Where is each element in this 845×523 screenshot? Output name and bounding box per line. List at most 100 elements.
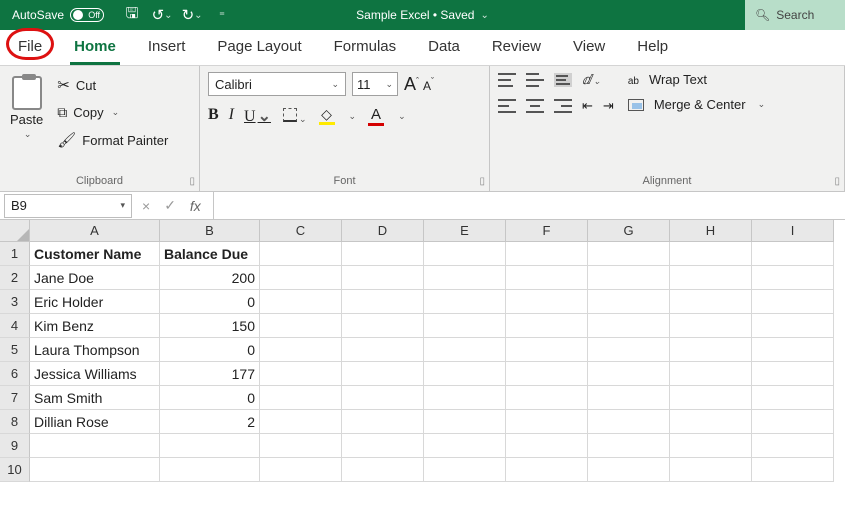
tab-view[interactable]: View [569, 32, 609, 65]
cell-H6[interactable] [670, 362, 752, 386]
cell-G7[interactable] [588, 386, 670, 410]
cell-A10[interactable] [30, 458, 160, 482]
row-header-10[interactable]: 10 [0, 458, 30, 482]
undo-icon[interactable]: ↺⌄ [154, 7, 170, 23]
align-middle-button[interactable] [526, 73, 544, 87]
row-header-8[interactable]: 8 [0, 410, 30, 434]
cell-D4[interactable] [342, 314, 424, 338]
cell-F8[interactable] [506, 410, 588, 434]
cell-G10[interactable] [588, 458, 670, 482]
cell-D3[interactable] [342, 290, 424, 314]
column-header-D[interactable]: D [342, 220, 424, 242]
cell-D10[interactable] [342, 458, 424, 482]
copy-button[interactable]: ⧉ Copy ⌄ [57, 104, 168, 121]
cancel-icon[interactable]: × [142, 198, 150, 214]
cell-I1[interactable] [752, 242, 834, 266]
align-right-button[interactable] [554, 99, 572, 113]
qat-customize-icon[interactable]: ⁼ [214, 7, 230, 23]
tab-formulas[interactable]: Formulas [330, 32, 401, 65]
cell-H4[interactable] [670, 314, 752, 338]
cell-I8[interactable] [752, 410, 834, 434]
cell-H5[interactable] [670, 338, 752, 362]
row-header-7[interactable]: 7 [0, 386, 30, 410]
cell-H7[interactable] [670, 386, 752, 410]
increase-indent-button[interactable]: ⇥ [603, 98, 614, 114]
cell-C10[interactable] [260, 458, 342, 482]
cell-G1[interactable] [588, 242, 670, 266]
cell-G3[interactable] [588, 290, 670, 314]
cell-B1[interactable]: Balance Due [160, 242, 260, 266]
cell-H8[interactable] [670, 410, 752, 434]
cell-F2[interactable] [506, 266, 588, 290]
cell-E4[interactable] [424, 314, 506, 338]
name-box[interactable]: B9 ▾ [4, 194, 132, 218]
borders-button[interactable]: ⌄ [283, 108, 307, 125]
cell-F10[interactable] [506, 458, 588, 482]
paste-button[interactable]: Paste ⌄ [8, 72, 49, 140]
column-header-C[interactable]: C [260, 220, 342, 242]
cell-F5[interactable] [506, 338, 588, 362]
cell-I7[interactable] [752, 386, 834, 410]
cell-D7[interactable] [342, 386, 424, 410]
cell-I3[interactable] [752, 290, 834, 314]
align-top-button[interactable] [498, 73, 516, 87]
cell-A2[interactable]: Jane Doe [30, 266, 160, 290]
merge-center-button[interactable]: Merge & Center ⌄ [628, 97, 765, 112]
cell-I2[interactable] [752, 266, 834, 290]
cell-G5[interactable] [588, 338, 670, 362]
cell-E2[interactable] [424, 266, 506, 290]
cell-G6[interactable] [588, 362, 670, 386]
decrease-indent-button[interactable]: ⇤ [582, 98, 593, 114]
cell-D5[interactable] [342, 338, 424, 362]
row-header-9[interactable]: 9 [0, 434, 30, 458]
row-header-6[interactable]: 6 [0, 362, 30, 386]
tab-review[interactable]: Review [488, 32, 545, 65]
bold-button[interactable]: B [208, 106, 219, 126]
cell-A8[interactable]: Dillian Rose [30, 410, 160, 434]
cell-C2[interactable] [260, 266, 342, 290]
search-box[interactable]: 🔍︎ Search [745, 0, 845, 30]
fx-icon[interactable]: fx [190, 198, 201, 214]
document-title[interactable]: Sample Excel • Saved ⌄ [356, 8, 489, 22]
row-header-5[interactable]: 5 [0, 338, 30, 362]
tab-page-layout[interactable]: Page Layout [213, 32, 305, 65]
cell-H9[interactable] [670, 434, 752, 458]
cell-H3[interactable] [670, 290, 752, 314]
enter-icon[interactable]: ✓ [164, 197, 176, 214]
cell-H2[interactable] [670, 266, 752, 290]
column-header-A[interactable]: A [30, 220, 160, 242]
italic-button[interactable]: I [229, 106, 234, 126]
column-header-H[interactable]: H [670, 220, 752, 242]
row-header-3[interactable]: 3 [0, 290, 30, 314]
cell-A4[interactable]: Kim Benz [30, 314, 160, 338]
cell-D2[interactable] [342, 266, 424, 290]
orientation-button[interactable]: ⅆ⌄ [582, 72, 601, 88]
cell-H1[interactable] [670, 242, 752, 266]
cell-A3[interactable]: Eric Holder [30, 290, 160, 314]
tab-help[interactable]: Help [633, 32, 672, 65]
wrap-text-button[interactable]: Wrap Text [628, 72, 765, 87]
cell-E3[interactable] [424, 290, 506, 314]
tab-insert[interactable]: Insert [144, 32, 190, 65]
cell-C7[interactable] [260, 386, 342, 410]
cell-E8[interactable] [424, 410, 506, 434]
cut-button[interactable]: ✂ Cut [57, 76, 168, 94]
chevron-down-icon[interactable]: ⌄ [398, 111, 406, 122]
cell-D9[interactable] [342, 434, 424, 458]
cell-B7[interactable]: 0 [160, 386, 260, 410]
cell-D1[interactable] [342, 242, 424, 266]
align-left-button[interactable] [498, 99, 516, 113]
cell-C9[interactable] [260, 434, 342, 458]
underline-button[interactable]: U⌄ [244, 106, 271, 126]
cell-F4[interactable] [506, 314, 588, 338]
cell-I10[interactable] [752, 458, 834, 482]
cell-A5[interactable]: Laura Thompson [30, 338, 160, 362]
autosave-switch[interactable]: Off [70, 8, 104, 22]
cell-A6[interactable]: Jessica Williams [30, 362, 160, 386]
cell-C4[interactable] [260, 314, 342, 338]
font-color-button[interactable]: A [368, 107, 384, 126]
formula-input[interactable] [213, 192, 845, 219]
cell-E1[interactable] [424, 242, 506, 266]
select-all-corner[interactable] [0, 220, 30, 242]
align-center-button[interactable] [526, 99, 544, 113]
